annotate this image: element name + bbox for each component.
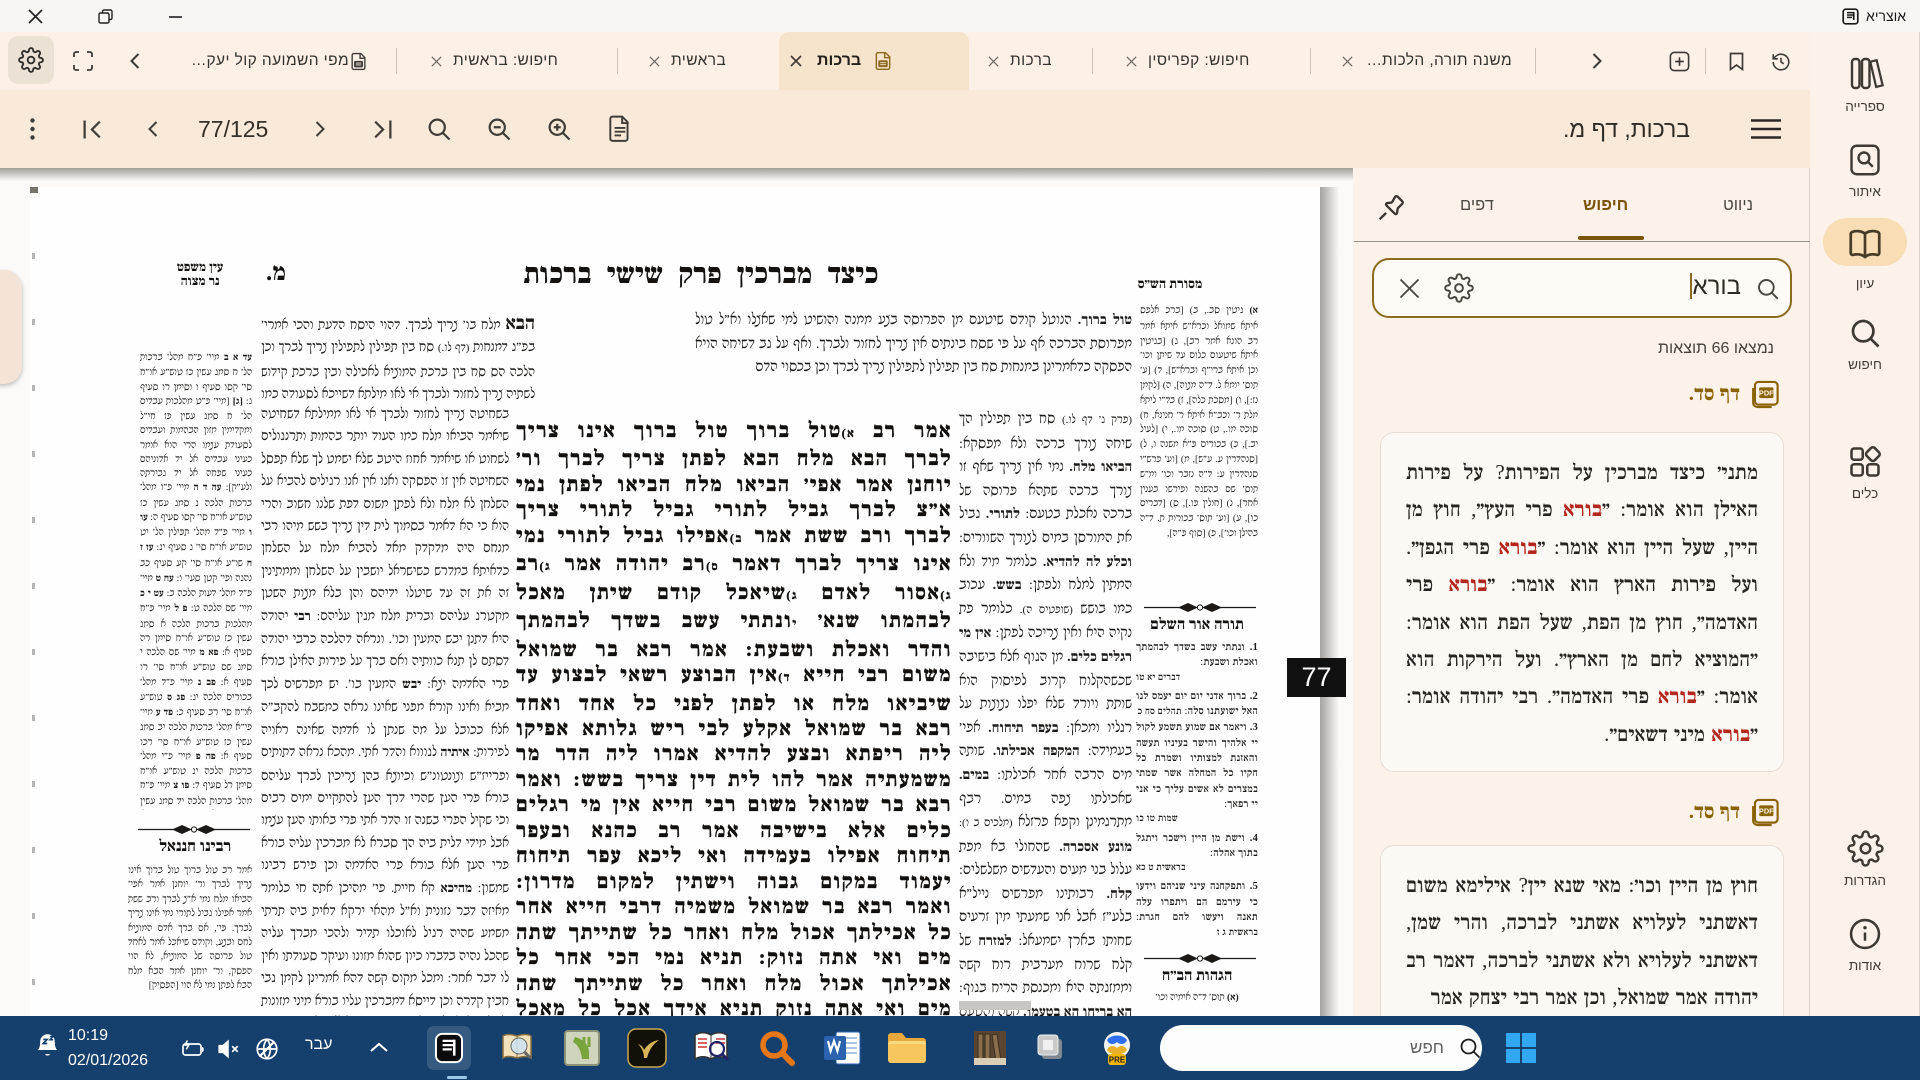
svg-text:PDF: PDF [1759,389,1774,398]
svg-text:PDF: PDF [1759,807,1774,816]
svg-text:PRE: PRE [1109,1056,1126,1065]
